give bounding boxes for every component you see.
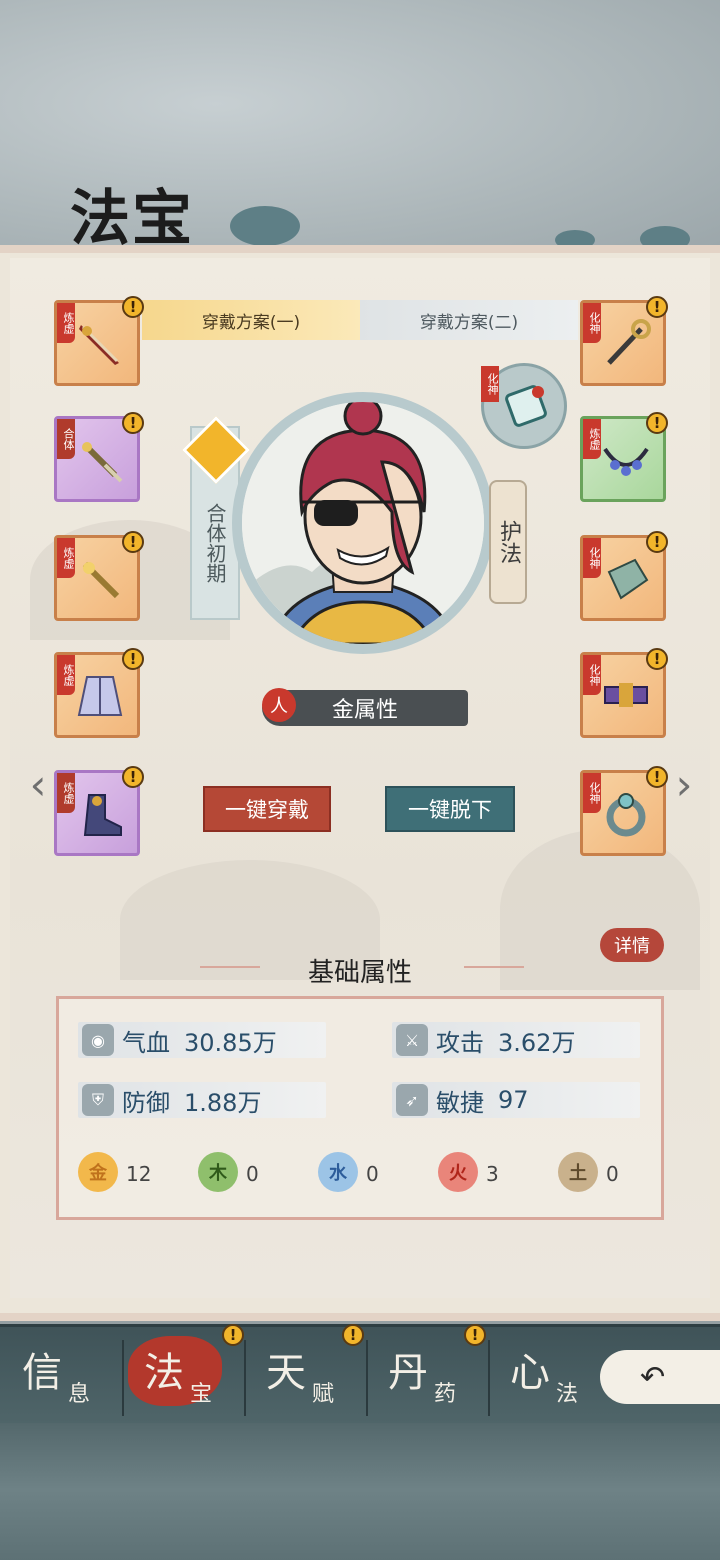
dagger-icon xyxy=(82,442,123,483)
equip-all-button[interactable]: 一键穿戴 xyxy=(203,786,331,832)
nav-label: 天 xyxy=(266,1350,306,1396)
alert-badge: ! xyxy=(122,296,144,318)
stat-name: 防御 xyxy=(122,1088,170,1117)
element-metal-icon: 金 xyxy=(78,1152,118,1192)
element-earth-value: 0 xyxy=(606,1162,619,1186)
nav-sublabel: 息 xyxy=(68,1382,91,1407)
alert-badge: ! xyxy=(646,766,668,788)
alert-badge: ! xyxy=(222,1324,244,1346)
robe-icon xyxy=(77,676,123,716)
bottom-background xyxy=(0,1420,720,1560)
character-portrait xyxy=(232,392,494,654)
necklace-icon xyxy=(603,447,649,476)
rank-tag: 化神 xyxy=(481,366,499,402)
back-button[interactable]: ↶ xyxy=(600,1350,720,1404)
nav-method[interactable]: 心 法 xyxy=(488,1330,598,1416)
details-button[interactable]: 详情 xyxy=(600,928,664,962)
realm-text: 合体初期 xyxy=(203,503,227,583)
stat-agility: ➶ 敏捷 97 xyxy=(392,1082,640,1118)
rank-tag: 炼虚 xyxy=(57,303,75,343)
rank-tag: 炼虚 xyxy=(57,655,75,695)
stat-name: 气血 xyxy=(122,1028,170,1057)
attack-icon: ⚔ xyxy=(396,1024,428,1056)
rank-tag: 化神 xyxy=(583,655,601,695)
sword-icon xyxy=(79,325,119,365)
alert-badge: ! xyxy=(122,766,144,788)
bracer-icon xyxy=(607,558,649,600)
alert-badge: ! xyxy=(122,648,144,670)
back-arrow-icon: ↶ xyxy=(640,1359,666,1395)
cloud-decoration xyxy=(230,206,300,246)
alert-badge: ! xyxy=(646,412,668,434)
unequip-all-button[interactable]: 一键脱下 xyxy=(385,786,515,832)
nav-sublabel: 赋 xyxy=(312,1382,335,1407)
amulet-icon xyxy=(505,385,547,427)
nav-info[interactable]: 信 息 xyxy=(0,1330,120,1416)
alert-badge: ! xyxy=(646,296,668,318)
boots-icon xyxy=(83,794,122,836)
prev-arrow-icon[interactable]: ‹ xyxy=(20,758,56,810)
stat-attack: ⚔ 攻击 3.62万 xyxy=(392,1022,640,1058)
staff-icon xyxy=(607,319,651,365)
nav-sublabel: 药 xyxy=(434,1382,457,1407)
tab-plan-two[interactable]: 穿戴方案(二) xyxy=(360,300,578,340)
element-wood-value: 0 xyxy=(246,1162,259,1186)
character-avatar xyxy=(242,402,484,644)
stat-value: 30.85万 xyxy=(184,1028,277,1057)
nav-label: 信 xyxy=(22,1350,62,1396)
belt-icon xyxy=(604,683,648,707)
nav-sublabel: 法 xyxy=(556,1382,579,1407)
alert-badge: ! xyxy=(646,531,668,553)
nav-label: 法 xyxy=(144,1350,184,1396)
rank-tag: 炼虚 xyxy=(583,419,601,459)
stat-value: 97 xyxy=(498,1086,529,1114)
next-arrow-icon[interactable]: › xyxy=(666,758,702,810)
element-water-value: 0 xyxy=(366,1162,379,1186)
stat-value: 3.62万 xyxy=(498,1028,576,1057)
alert-badge: ! xyxy=(464,1324,486,1346)
guardian-button[interactable]: 护法 xyxy=(489,480,527,604)
blood-drop-icon: ◉ xyxy=(82,1024,114,1056)
element-fire-icon: 火 xyxy=(438,1152,478,1192)
nav-label: 丹 xyxy=(388,1350,428,1396)
stat-value: 1.88万 xyxy=(184,1088,262,1117)
person-icon: 人 xyxy=(262,688,296,722)
rank-tag: 合体 xyxy=(57,419,75,459)
stat-defense: ⛨ 防御 1.88万 xyxy=(78,1082,326,1118)
rank-tag: 炼虚 xyxy=(57,773,75,813)
rank-tag: 化神 xyxy=(583,538,601,578)
page-title: 法宝 xyxy=(70,184,194,254)
alert-badge: ! xyxy=(646,648,668,670)
stat-name: 攻击 xyxy=(436,1028,484,1057)
element-attribute-text: 金属性 xyxy=(331,698,398,723)
element-fire-value: 3 xyxy=(486,1162,499,1186)
nav-sublabel: 宝 xyxy=(190,1382,213,1407)
rank-tag: 化神 xyxy=(583,773,601,813)
element-wood-icon: 木 xyxy=(198,1152,238,1192)
alert-badge: ! xyxy=(122,531,144,553)
rank-tag: 炼虚 xyxy=(57,538,75,578)
element-water-icon: 水 xyxy=(318,1152,358,1192)
alert-badge: ! xyxy=(122,412,144,434)
alert-badge: ! xyxy=(342,1324,364,1346)
nav-label: 心 xyxy=(510,1350,550,1396)
shield-icon: ⛨ xyxy=(82,1084,114,1116)
guardian-label: 护法 xyxy=(496,520,521,564)
tab-plan-one[interactable]: 穿戴方案(一) xyxy=(142,300,360,340)
wing-icon: ➶ xyxy=(396,1084,428,1116)
nav-treasure[interactable]: 法 宝 xyxy=(122,1330,242,1416)
ring-icon xyxy=(606,793,646,837)
stat-hp: ◉ 气血 30.85万 xyxy=(78,1022,326,1058)
attributes-title: 基础属性 xyxy=(307,958,412,988)
stat-name: 敏捷 xyxy=(436,1088,484,1117)
element-metal-value: 12 xyxy=(126,1162,152,1186)
element-earth-icon: 土 xyxy=(558,1152,598,1192)
rank-tag: 化神 xyxy=(583,303,601,343)
dagger-icon xyxy=(82,561,120,599)
